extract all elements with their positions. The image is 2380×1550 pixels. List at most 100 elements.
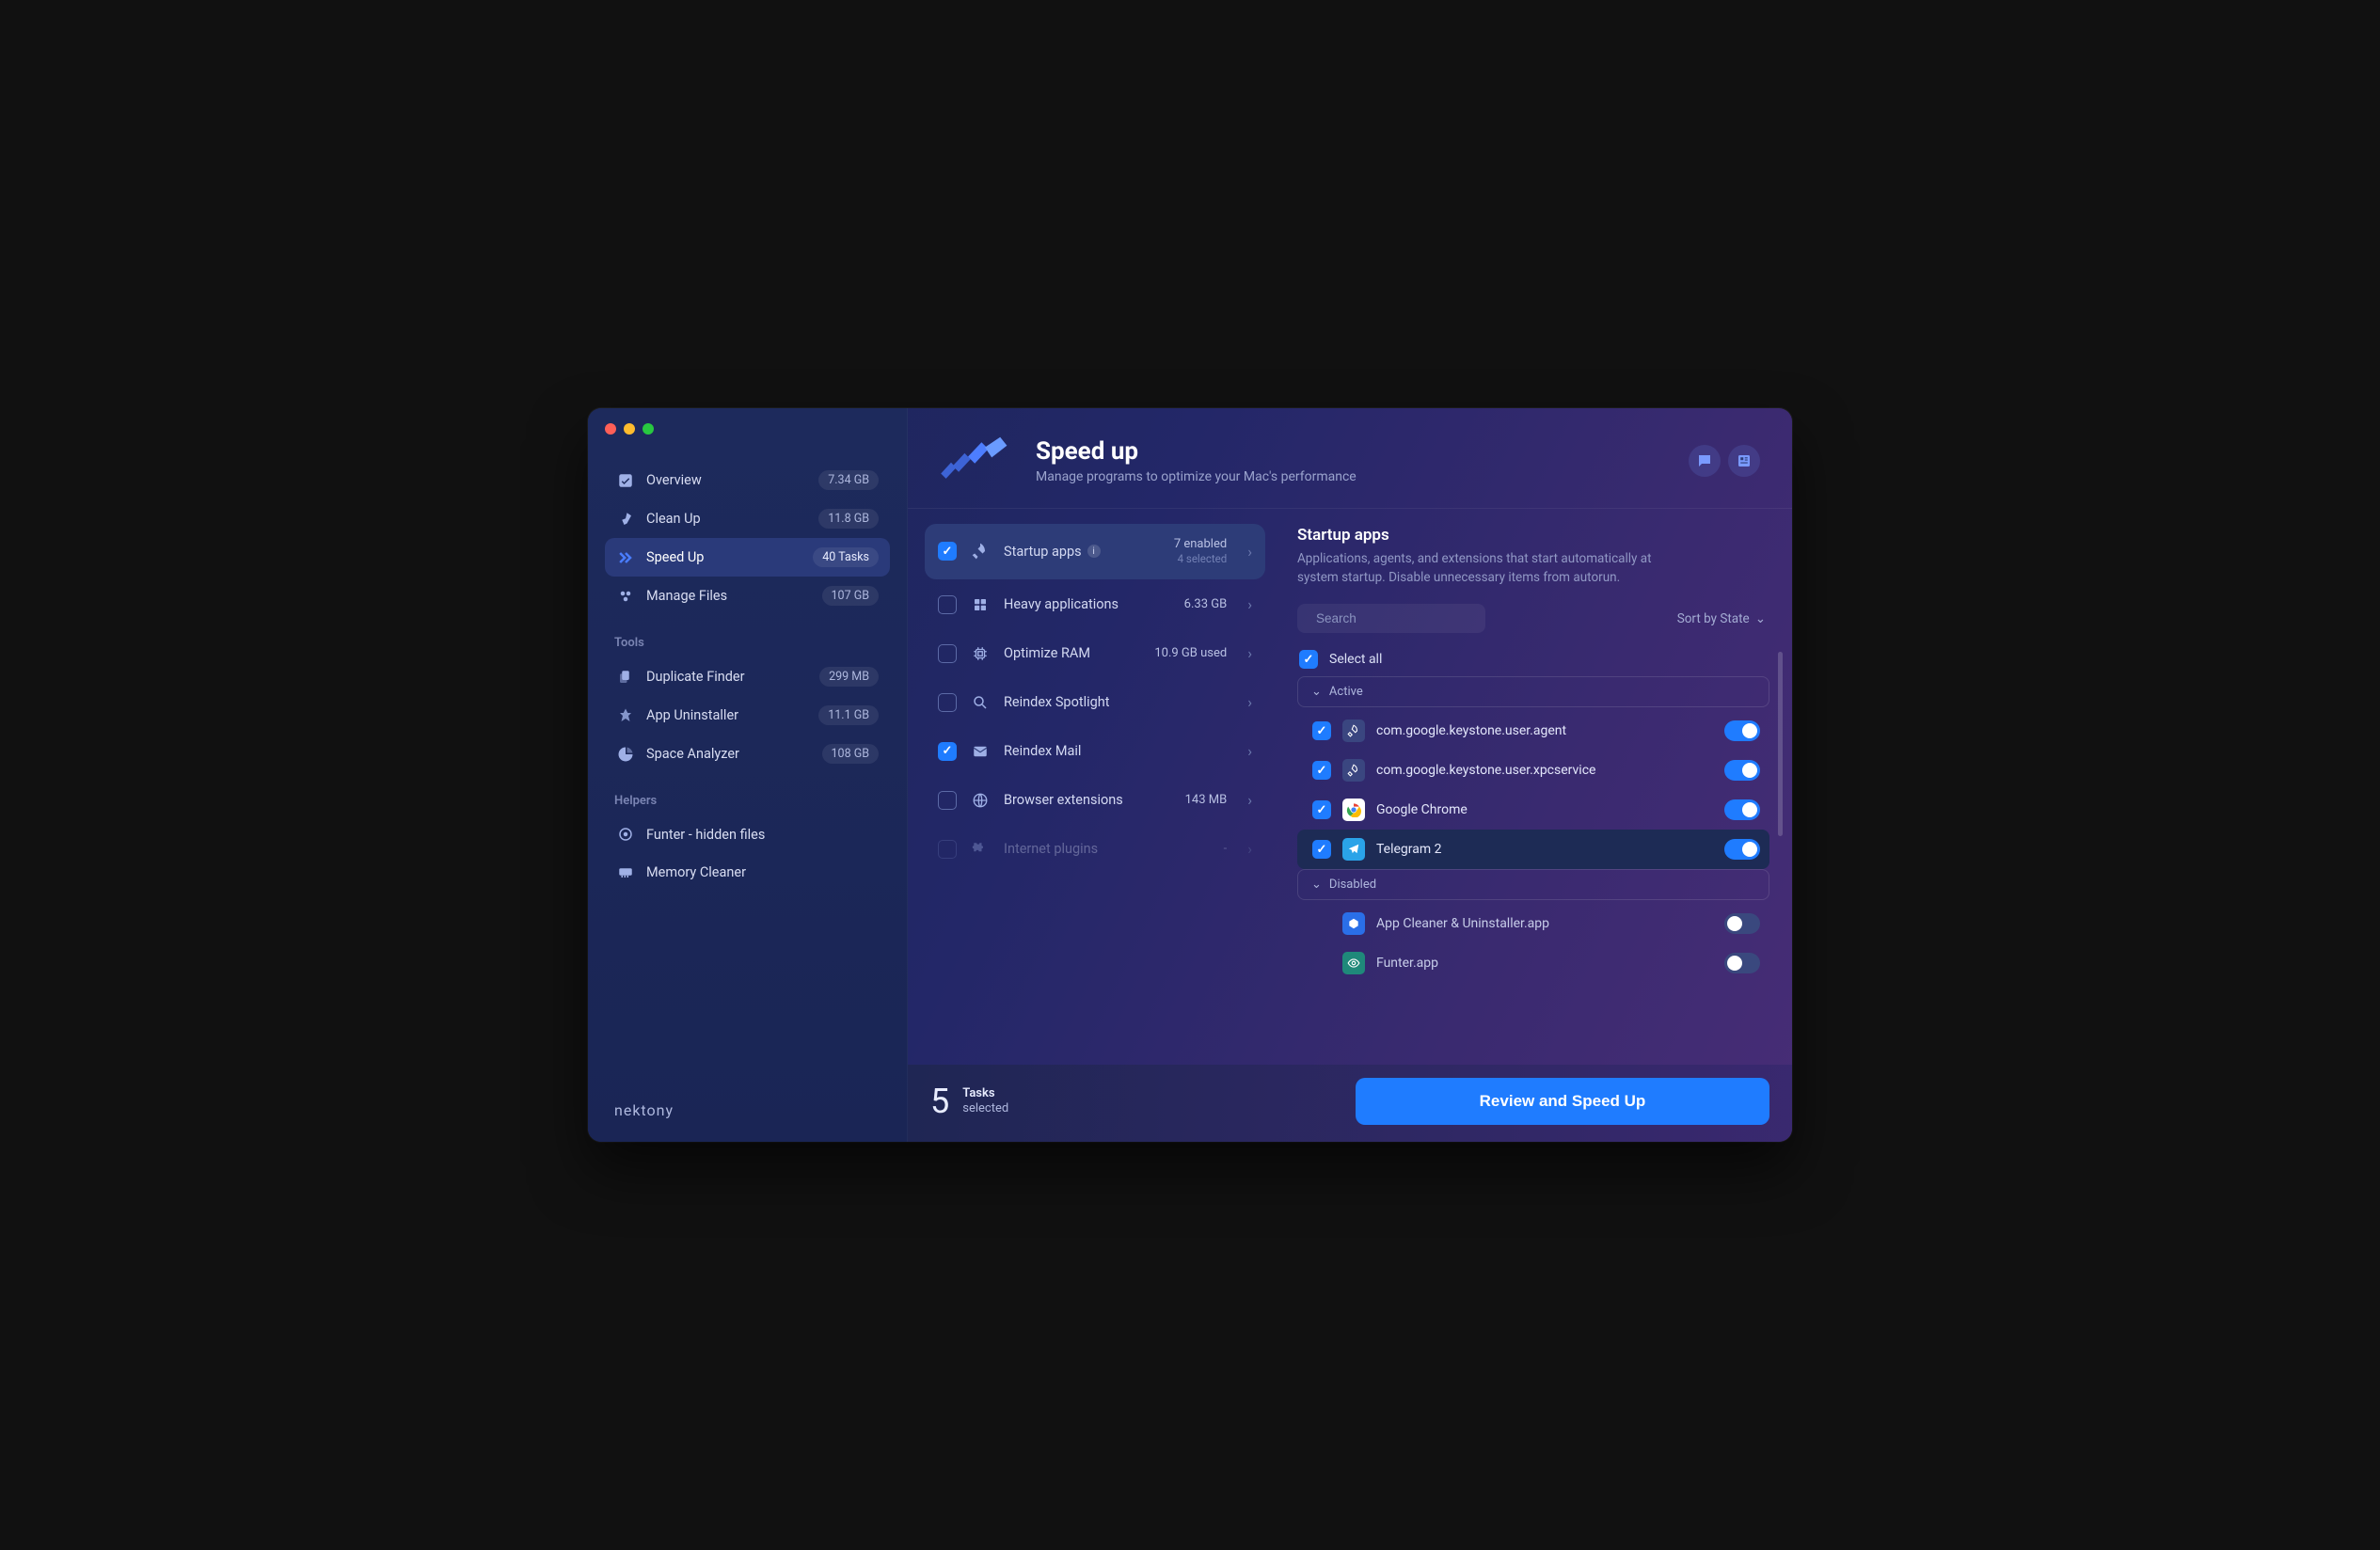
task-value: 143 MB (1185, 793, 1228, 808)
task-label: Heavy applications (1004, 596, 1171, 612)
broom-icon (616, 510, 635, 529)
task-label: Reindex Mail (1004, 743, 1214, 759)
list-item[interactable]: Google Chrome (1297, 790, 1769, 830)
news-button[interactable] (1728, 445, 1760, 477)
list-item[interactable]: com.google.keystone.user.agent (1297, 711, 1769, 751)
footer: 5 Tasks selected Review and Speed Up (908, 1065, 1792, 1142)
brand-logo: nektony (605, 1101, 890, 1123)
chevrons-icon (616, 548, 635, 567)
chevron-down-icon: ⌄ (1311, 685, 1322, 699)
sidebar-item-label: Funter - hidden files (646, 827, 879, 843)
details-controls: Sort by State ⌄ (1297, 604, 1785, 633)
sidebar-item-duplicatefinder[interactable]: Duplicate Finder 299 MB (605, 657, 890, 696)
details-title: Startup apps (1297, 526, 1785, 545)
list-item[interactable]: Funter.app (1297, 943, 1769, 983)
chevron-right-icon: › (1247, 791, 1252, 809)
sidebar-item-badge: 7.34 GB (818, 470, 879, 490)
list-item[interactable]: Telegram 2 (1297, 830, 1769, 869)
sidebar-item-appuninstaller[interactable]: App Uninstaller 11.1 GB (605, 696, 890, 735)
select-all-row[interactable]: Select all (1297, 646, 1769, 676)
piechart-icon (616, 745, 635, 764)
task-browser-extensions[interactable]: Browser extensions 143 MB › (925, 777, 1265, 824)
sidebar-item-badge: 107 GB (822, 586, 879, 606)
main-panel: Speed up Manage programs to optimize you… (908, 408, 1792, 1142)
sidebar-item-overview[interactable]: Overview 7.34 GB (605, 461, 890, 499)
search-input-wrap[interactable] (1297, 604, 1485, 633)
item-toggle[interactable] (1724, 720, 1760, 741)
item-toggle[interactable] (1724, 799, 1760, 820)
sidebar-item-label: Overview (646, 472, 807, 488)
sidebar-item-memorycleaner[interactable]: Memory Cleaner (605, 853, 890, 891)
grid-icon (970, 594, 991, 615)
review-speedup-button[interactable]: Review and Speed Up (1356, 1078, 1769, 1125)
item-label: App Cleaner & Uninstaller.app (1376, 916, 1713, 931)
content-body: Startup apps i 7 enabled 4 selected › He… (908, 509, 1792, 1065)
task-checkbox[interactable] (938, 644, 957, 663)
selected-count: 5 Tasks selected (930, 1082, 1008, 1121)
sidebar-section-tools: Tools (605, 626, 890, 657)
target-icon (616, 825, 635, 844)
task-heavy-apps[interactable]: Heavy applications 6.33 GB › (925, 581, 1265, 628)
sidebar-item-managefiles[interactable]: Manage Files 107 GB (605, 577, 890, 615)
task-checkbox (938, 840, 957, 859)
task-value: 6.33 GB (1184, 597, 1228, 612)
sidebar-item-speedup[interactable]: Speed Up 40 Tasks (605, 538, 890, 577)
sidebar-item-cleanup[interactable]: Clean Up 11.8 GB (605, 499, 890, 538)
close-window-icon[interactable] (605, 423, 616, 435)
app-window: Overview 7.34 GB Clean Up 11.8 GB Speed … (588, 408, 1792, 1142)
task-label: Browser extensions (1004, 792, 1172, 808)
item-toggle[interactable] (1724, 913, 1760, 934)
item-checkbox[interactable] (1312, 840, 1331, 859)
search-input[interactable] (1316, 611, 1483, 625)
sidebar-item-funter[interactable]: Funter - hidden files (605, 815, 890, 853)
item-toggle[interactable] (1724, 760, 1760, 781)
chevron-right-icon: › (1247, 840, 1252, 858)
item-checkbox[interactable] (1312, 800, 1331, 819)
copy-icon (616, 668, 635, 687)
task-checkbox[interactable] (938, 595, 957, 614)
task-label: Optimize RAM (1004, 645, 1141, 661)
sidebar-item-label: Speed Up (646, 549, 801, 565)
sort-dropdown[interactable]: Sort by State ⌄ (1677, 611, 1766, 626)
traffic-lights (605, 423, 654, 435)
startup-list: Select all ⌄ Active com.google.keystone.… (1297, 646, 1785, 1055)
task-startup-apps[interactable]: Startup apps i 7 enabled 4 selected › (925, 524, 1265, 579)
group-disabled-header[interactable]: ⌄ Disabled (1297, 869, 1769, 900)
task-reindex-mail[interactable]: Reindex Mail › (925, 728, 1265, 775)
task-value: 10.9 GB used (1154, 646, 1227, 661)
item-toggle[interactable] (1724, 839, 1760, 860)
task-checkbox[interactable] (938, 542, 957, 561)
task-label: Internet plugins (1004, 841, 1211, 857)
list-item[interactable]: com.google.keystone.user.xpcservice (1297, 751, 1769, 790)
item-checkbox[interactable] (1312, 761, 1331, 780)
task-optimize-ram[interactable]: Optimize RAM 10.9 GB used › (925, 630, 1265, 677)
info-icon[interactable]: i (1087, 545, 1101, 558)
scrollbar[interactable] (1778, 652, 1783, 836)
task-checkbox[interactable] (938, 693, 957, 712)
item-toggle[interactable] (1724, 953, 1760, 973)
minimize-window-icon[interactable] (624, 423, 635, 435)
details-description: Applications, agents, and extensions tha… (1297, 550, 1692, 587)
sidebar-section-helpers: Helpers (605, 784, 890, 815)
overview-icon (616, 471, 635, 490)
funter-icon (1342, 952, 1365, 974)
sidebar-item-badge: 108 GB (822, 744, 879, 764)
header-text: Speed up Manage programs to optimize you… (1036, 437, 1357, 484)
task-reindex-spotlight[interactable]: Reindex Spotlight › (925, 679, 1265, 726)
chevron-right-icon: › (1247, 543, 1252, 561)
item-checkbox[interactable] (1312, 721, 1331, 740)
fullscreen-window-icon[interactable] (643, 423, 654, 435)
select-all-checkbox[interactable] (1299, 650, 1318, 669)
task-value: - (1224, 842, 1228, 857)
sort-label: Sort by State (1677, 611, 1750, 626)
list-item[interactable]: App Cleaner & Uninstaller.app (1297, 904, 1769, 943)
sidebar-item-label: Space Analyzer (646, 746, 811, 762)
task-checkbox[interactable] (938, 742, 957, 761)
sidebar-item-label: Manage Files (646, 588, 811, 604)
count-text: Tasks selected (962, 1086, 1008, 1115)
chip-icon (970, 643, 991, 664)
task-checkbox[interactable] (938, 791, 957, 810)
sidebar-item-spaceanalyzer[interactable]: Space Analyzer 108 GB (605, 735, 890, 773)
chat-button[interactable] (1689, 445, 1721, 477)
group-active-header[interactable]: ⌄ Active (1297, 676, 1769, 707)
